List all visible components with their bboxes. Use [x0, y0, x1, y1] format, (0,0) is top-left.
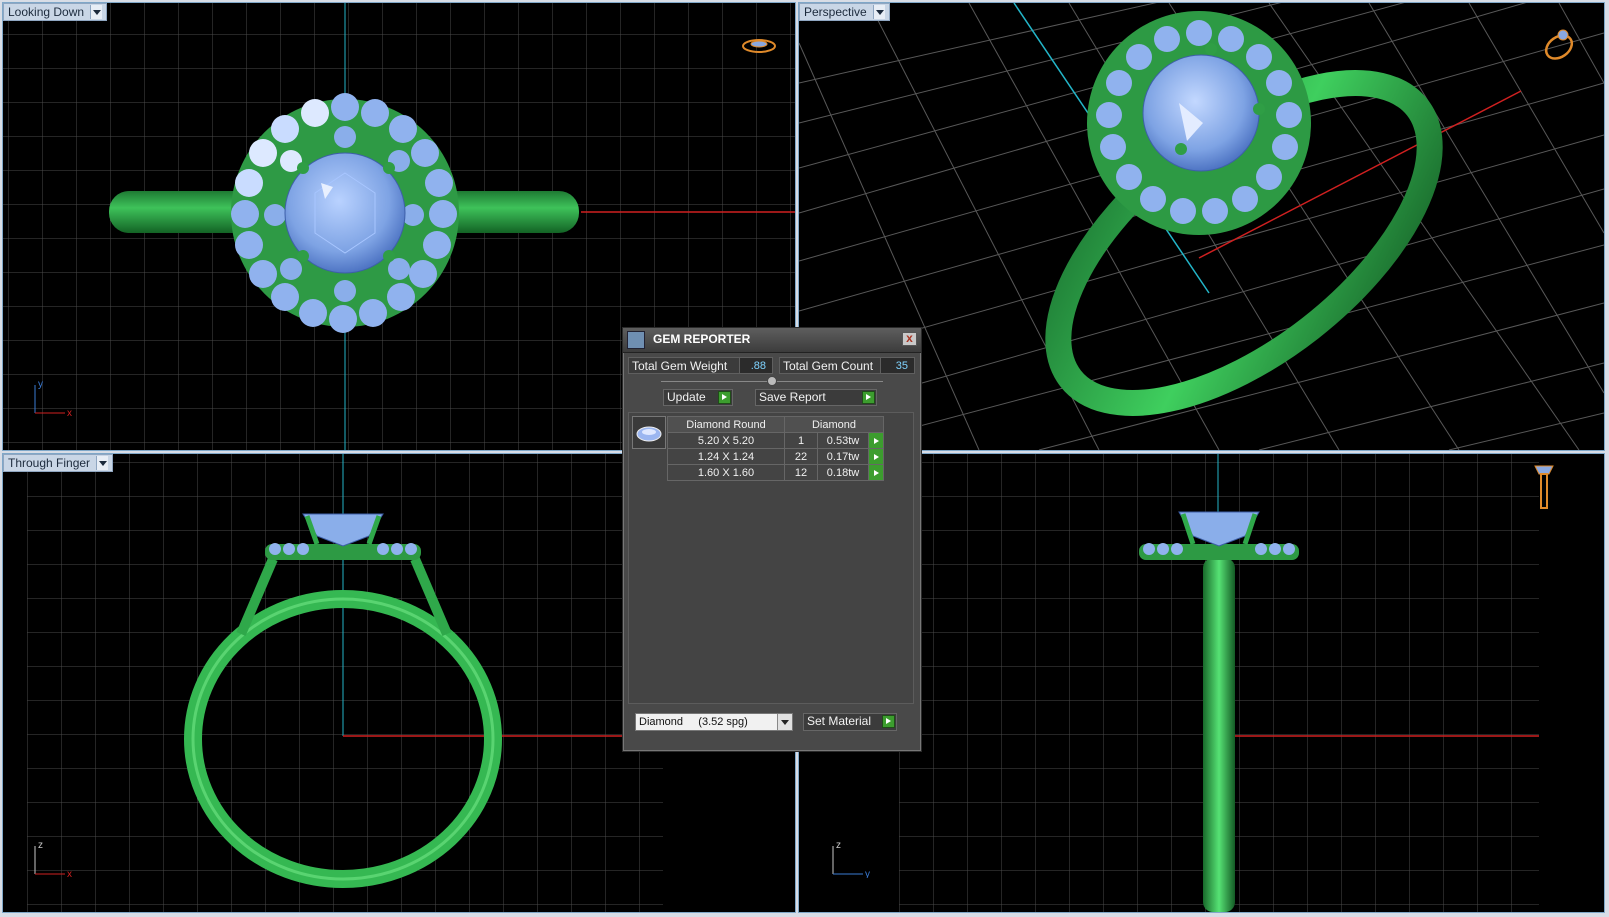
table-row[interactable]: 5.20 X 5.20 1 0.53tw: [667, 432, 884, 449]
gem-count-cell: 1: [784, 432, 818, 449]
play-arrow-icon: [873, 437, 879, 444]
gem-weight-cell: 0.53tw: [817, 432, 869, 449]
splitter-handle[interactable]: [767, 376, 777, 386]
gem-reporter-icon: [627, 331, 645, 349]
ring-side-orientation-icon[interactable]: [1531, 460, 1557, 512]
save-report-button[interactable]: Save Report: [755, 389, 877, 406]
table-row[interactable]: 1.60 X 1.60 12 0.18tw: [667, 464, 884, 481]
gem-size-cell: 5.20 X 5.20: [667, 432, 785, 449]
play-arrow-icon: [862, 391, 875, 404]
material-select[interactable]: Diamond (3.52 spg): [635, 713, 793, 731]
column-header-material: Diamond: [784, 416, 884, 433]
dialog-titlebar[interactable]: GEM REPORTER x: [623, 328, 921, 353]
svg-text:x: x: [67, 408, 72, 417]
gem-size-cell: 1.24 X 1.24: [667, 448, 785, 465]
viewport-label-through-finger[interactable]: Through Finger: [3, 454, 114, 472]
gem-count-cell: 12: [784, 464, 818, 481]
chevron-down-icon[interactable]: [90, 5, 103, 19]
center-stone-perspective: [1142, 54, 1260, 172]
row-go-button[interactable]: [868, 432, 884, 449]
gem-weight-cell: 0.17tw: [817, 448, 869, 465]
close-icon: x: [906, 331, 913, 345]
save-report-button-label: Save Report: [759, 390, 826, 404]
ring-orientation-icon[interactable]: [739, 35, 779, 57]
play-arrow-icon: [873, 453, 879, 460]
ring-orientation-icon[interactable]: [1539, 25, 1579, 65]
row-go-button[interactable]: [868, 448, 884, 465]
svg-text:z: z: [38, 840, 43, 851]
row-go-button[interactable]: [868, 464, 884, 481]
set-material-button-label: Set Material: [807, 714, 872, 728]
column-header-shape: Diamond Round: [667, 416, 785, 433]
svg-text:z: z: [836, 840, 841, 851]
update-button[interactable]: Update: [663, 389, 733, 406]
play-arrow-icon: [873, 469, 879, 476]
dialog-title: GEM REPORTER: [653, 332, 751, 346]
gem-size-cell: 1.60 X 1.60: [667, 464, 785, 481]
gem-weight-cell: 0.18tw: [817, 464, 869, 481]
close-button[interactable]: x: [902, 332, 917, 346]
gem-list-panel[interactable]: Diamond Round Diamond 5.20 X 5.20 1 0.53…: [628, 412, 914, 704]
play-arrow-icon: [718, 391, 731, 404]
table-row[interactable]: 1.24 X 1.24 22 0.17tw: [667, 448, 884, 465]
chevron-down-icon[interactable]: [96, 456, 109, 470]
ring-shank-side: [1203, 558, 1235, 912]
viewport-label-perspective[interactable]: Perspective: [799, 3, 890, 21]
svg-text:y: y: [865, 869, 870, 878]
play-arrow-icon: [882, 715, 895, 728]
axis-indicator-zy: z y: [832, 840, 870, 878]
axis-indicator-yx: y x: [34, 379, 72, 417]
chevron-down-icon[interactable]: [872, 5, 885, 19]
table-header-row: Diamond Round Diamond: [667, 416, 884, 433]
viewport-label-looking-down[interactable]: Looking Down: [3, 3, 108, 21]
gem-reporter-dialog[interactable]: GEM REPORTER x Total Gem Weight .88 Tota…: [622, 327, 922, 752]
svg-text:y: y: [38, 379, 43, 390]
total-gem-weight-value: .88: [739, 357, 773, 374]
viewport-label-text: Through Finger: [8, 456, 91, 470]
total-gem-weight-label: Total Gem Weight: [628, 357, 740, 374]
svg-text:x: x: [67, 869, 72, 878]
round-gem-icon: [636, 426, 662, 442]
gem-count-cell: 22: [784, 448, 818, 465]
gem-report-table: Diamond Round Diamond 5.20 X 5.20 1 0.53…: [667, 416, 884, 481]
total-gem-count-value: 35: [880, 357, 915, 374]
chevron-down-icon[interactable]: [777, 714, 792, 730]
material-select-value: Diamond (3.52 spg): [639, 716, 748, 728]
axis-indicator-zx: z x: [34, 840, 72, 878]
set-material-button[interactable]: Set Material: [803, 713, 897, 731]
viewport-label-text: Looking Down: [8, 5, 85, 19]
viewport-label-text: Perspective: [804, 5, 867, 19]
total-gem-count-label: Total Gem Count: [779, 357, 881, 374]
update-button-label: Update: [667, 390, 706, 404]
gem-shape-thumbnail[interactable]: [632, 416, 666, 449]
